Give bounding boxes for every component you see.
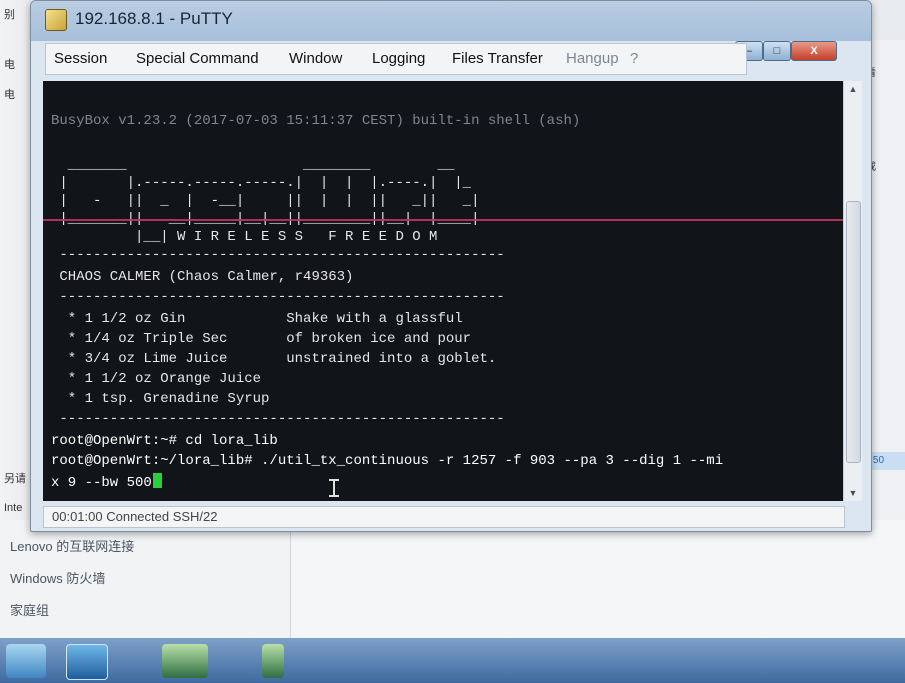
menu-bar: Session Special Command Window Logging F… [45, 43, 747, 75]
putty-icon [45, 9, 67, 31]
terminal-line: BusyBox v1.23.2 (2017-07-03 15:11:37 CES… [51, 113, 581, 129]
background-label: 电 [4, 89, 15, 101]
terminal-line: ----------------------------------------… [51, 411, 505, 427]
screen-artifact-line [43, 219, 843, 221]
terminal-scrollbar[interactable]: ▲ ▼ [843, 81, 862, 501]
ibeam-cursor-icon [329, 479, 339, 497]
putty-window: 192.168.8.1 - PuTTY – □ X Session Specia… [30, 0, 872, 532]
terminal-line: * 1/4 oz Triple Sec of broken ice and po… [51, 331, 472, 347]
close-button[interactable]: X [791, 41, 837, 61]
menu-logging[interactable]: Logging [372, 50, 425, 67]
terminal-line: _______ ________ __ [51, 157, 455, 173]
terminal-input-text: x 9 --bw 500 [51, 475, 152, 491]
archive-icon[interactable] [262, 644, 284, 678]
taskbar-app-icon[interactable] [6, 644, 46, 678]
maximize-button[interactable]: □ [763, 41, 791, 61]
terminal-line: | - || _ | -__| || | | || _|| _| [51, 193, 480, 209]
menu-help[interactable]: ? [630, 50, 638, 67]
control-panel-item[interactable]: Lenovo 的互联网连接 [10, 536, 134, 555]
menu-hangup[interactable]: Hangup [566, 50, 619, 67]
terminal-line: ----------------------------------------… [51, 247, 505, 263]
connection-status: 00:01:00 Connected SSH/22 [52, 509, 218, 524]
terminal-line: root@OpenWrt:~# cd lora_lib [51, 433, 278, 449]
menu-window[interactable]: Window [289, 50, 342, 67]
terminal-line: * 3/4 oz Lime Juice unstrained into a go… [51, 351, 497, 367]
archive-icon[interactable] [162, 644, 208, 678]
terminal-line: * 1 1/2 oz Orange Juice [51, 371, 262, 387]
menu-files-transfer[interactable]: Files Transfer [452, 50, 543, 67]
menu-special-command[interactable]: Special Command [136, 50, 259, 67]
scroll-down-arrow-icon[interactable]: ▼ [847, 488, 859, 498]
background-label: Inte [4, 502, 23, 514]
control-panel-item[interactable]: 家庭组 [10, 600, 49, 619]
terminal-line: ----------------------------------------… [51, 289, 505, 305]
terminal-input-line[interactable]: x 9 --bw 500 [51, 473, 162, 491]
control-panel-list: Lenovo 的互联网连接 Windows 防火墙 家庭组 [0, 520, 300, 640]
scroll-thumb[interactable] [846, 201, 861, 463]
terminal-line: |__| W I R E L E S S F R E E D O M [51, 229, 438, 245]
background-label: 另请 [4, 473, 26, 485]
title-bar[interactable]: 192.168.8.1 - PuTTY [31, 1, 871, 41]
window-title: 192.168.8.1 - PuTTY [75, 9, 233, 28]
terminal-line: * 1 tsp. Grenadine Syrup [51, 391, 270, 407]
terminal-line: * 1 1/2 oz Gin Shake with a glassful [51, 311, 463, 327]
terminal-line: | |.-----.-----.-----.| | | |.----.| |_ [51, 175, 472, 191]
terminal[interactable]: BusyBox v1.23.2 (2017-07-03 15:11:37 CES… [43, 81, 843, 501]
scroll-up-arrow-icon[interactable]: ▲ [847, 84, 859, 94]
taskbar [0, 638, 905, 683]
background-label: 电 [4, 59, 15, 71]
terminal-line: root@OpenWrt:~/lora_lib# ./util_tx_conti… [51, 453, 724, 469]
status-bar: 00:01:00 Connected SSH/22 [43, 506, 845, 528]
text-cursor [152, 473, 162, 488]
control-panel-item[interactable]: Windows 防火墙 [10, 568, 105, 587]
background-label: 别 [4, 9, 15, 21]
background-pane [290, 520, 905, 640]
terminal-line: CHAOS CALMER (Chaos Calmer, r49363) [51, 269, 354, 285]
network-icon[interactable] [66, 644, 108, 680]
menu-session[interactable]: Session [54, 50, 107, 67]
